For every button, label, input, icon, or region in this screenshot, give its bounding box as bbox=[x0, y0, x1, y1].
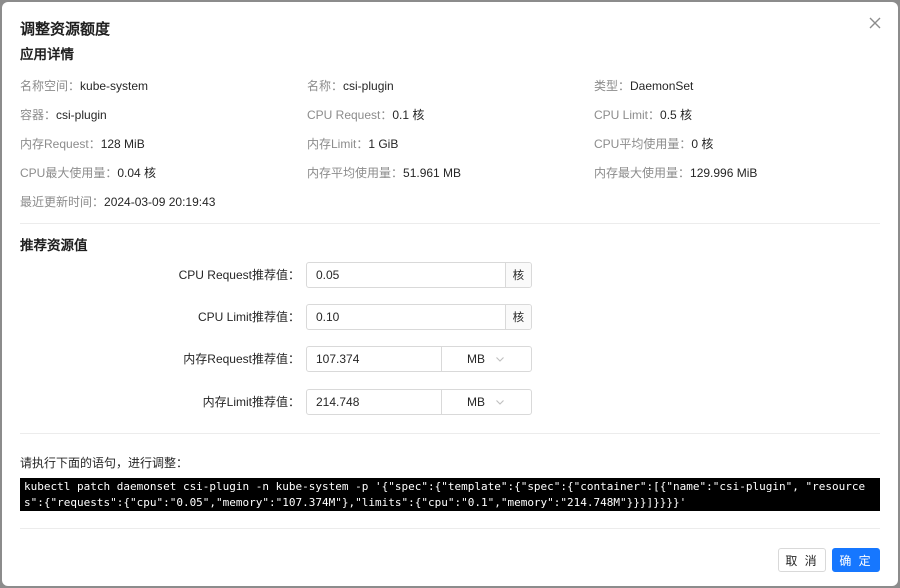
cpu-limit-unit: 核 bbox=[504, 305, 531, 329]
mem-limit-unit-select[interactable]: MB bbox=[441, 390, 530, 414]
info-cpu-request: CPU Request：0.1 核 bbox=[307, 108, 425, 122]
info-cpu-limit: CPU Limit：0.5 核 bbox=[594, 108, 693, 122]
info-container: 容器：csi-plugin bbox=[20, 108, 107, 122]
mem-request-unit-value: MB bbox=[467, 352, 485, 366]
cpu-limit-input[interactable] bbox=[307, 305, 505, 329]
recommend-section-title: 推荐资源值 bbox=[20, 238, 88, 253]
info-mem-request: 内存Request：128 MiB bbox=[20, 137, 145, 151]
cpu-request-input-group: 核 bbox=[306, 262, 532, 288]
divider bbox=[20, 433, 880, 434]
mem-request-unit-select[interactable]: MB bbox=[441, 347, 530, 371]
dialog-title: 调整资源额度 bbox=[20, 21, 111, 38]
cpu-limit-input-group: 核 bbox=[306, 304, 532, 330]
divider bbox=[20, 223, 880, 224]
command-hint: 请执行下面的语句，进行调整： bbox=[20, 456, 189, 470]
mem-request-row: 内存Request推荐值： MB bbox=[2, 346, 898, 372]
info-name: 名称：csi-plugin bbox=[307, 79, 394, 93]
cpu-request-input[interactable] bbox=[307, 263, 505, 287]
mem-limit-input-group: MB bbox=[306, 389, 532, 415]
info-cpu-max: CPU最大使用量：0.04 核 bbox=[20, 166, 157, 180]
cpu-request-label: CPU Request推荐值： bbox=[178, 268, 300, 282]
cpu-limit-row: CPU Limit推荐值： 核 bbox=[2, 304, 898, 330]
divider bbox=[20, 528, 880, 529]
close-icon[interactable] bbox=[866, 14, 884, 32]
info-mem-avg: 内存平均使用量：51.961 MB bbox=[307, 166, 462, 180]
chevron-down-icon bbox=[496, 357, 504, 362]
info-namespace: 名称空间：kube-system bbox=[20, 79, 149, 93]
info-type: 类型：DaemonSet bbox=[594, 79, 694, 93]
details-section-title: 应用详情 bbox=[20, 47, 74, 62]
mem-limit-unit-value: MB bbox=[467, 395, 485, 409]
mem-request-input-group: MB bbox=[306, 346, 532, 372]
adjust-resource-dialog: 调整资源额度 应用详情 名称空间：kube-system 名称：csi-plug… bbox=[2, 2, 898, 586]
mem-limit-input[interactable] bbox=[307, 390, 441, 414]
cpu-limit-label: CPU Limit推荐值： bbox=[197, 310, 300, 324]
kubectl-command[interactable]: kubectl patch daemonset csi-plugin -n ku… bbox=[20, 478, 880, 511]
cpu-request-unit: 核 bbox=[504, 263, 531, 287]
chevron-down-icon bbox=[496, 400, 504, 405]
mem-request-input[interactable] bbox=[307, 347, 441, 371]
confirm-button[interactable]: 确 定 bbox=[832, 548, 880, 572]
cancel-button[interactable]: 取 消 bbox=[778, 548, 826, 572]
mem-limit-row: 内存Limit推荐值： MB bbox=[2, 389, 898, 415]
cpu-request-row: CPU Request推荐值： 核 bbox=[2, 262, 898, 288]
info-cpu-avg: CPU平均使用量：0 核 bbox=[594, 137, 714, 151]
mem-request-label: 内存Request推荐值： bbox=[183, 352, 300, 366]
info-mem-max: 内存最大使用量：129.996 MiB bbox=[594, 166, 758, 180]
info-mem-limit: 内存Limit：1 GiB bbox=[307, 137, 399, 151]
mem-limit-label: 内存Limit推荐值： bbox=[202, 395, 300, 409]
info-last-updated: 最近更新时间：2024-03-09 20:19:43 bbox=[20, 195, 216, 209]
